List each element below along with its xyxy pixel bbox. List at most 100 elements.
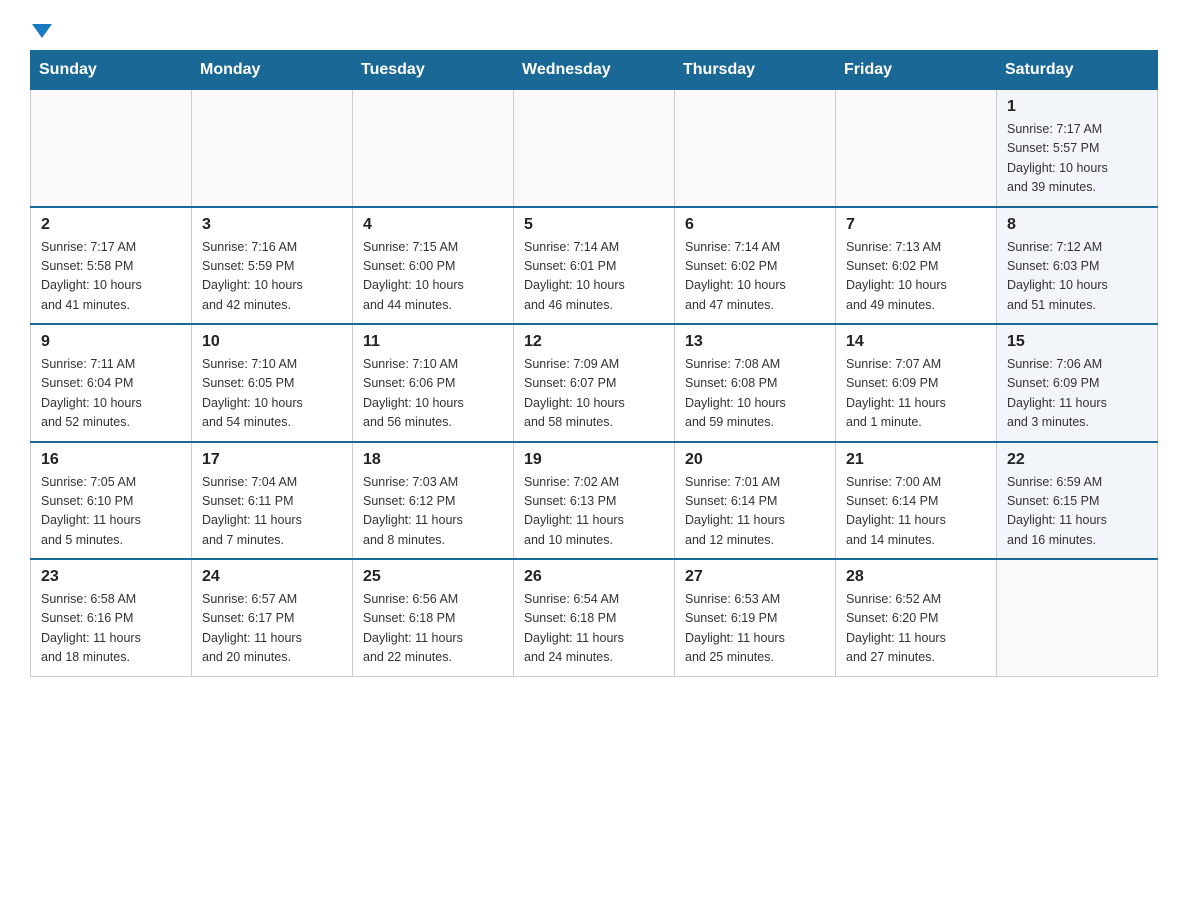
calendar-cell: [514, 90, 675, 207]
day-info: Sunrise: 6:52 AM Sunset: 6:20 PM Dayligh…: [846, 590, 986, 668]
calendar-cell: [675, 90, 836, 207]
day-number: 28: [846, 568, 986, 586]
logo: [30, 20, 52, 38]
calendar-week-2: 2 Sunrise: 7:17 AM Sunset: 5:58 PM Daylig…: [31, 207, 1158, 325]
day-number: 27: [685, 568, 825, 586]
calendar-cell: 4 Sunrise: 7:15 AM Sunset: 6:00 PM Daylig…: [353, 207, 514, 325]
calendar-cell: 9Sunrise: 7:11 AM Sunset: 6:04 PM Daylig…: [31, 324, 192, 442]
header: [30, 20, 1158, 38]
calendar-cell: 18 Sunrise: 7:03 AM Sunset: 6:12 PM Dayli…: [353, 442, 514, 560]
day-info: Sunrise: 7:15 AM Sunset: 6:00 PM Dayligh…: [363, 238, 503, 316]
calendar-cell: [997, 559, 1158, 676]
day-info: Sunrise: 7:17 AM Sunset: 5:58 PM Dayligh…: [41, 238, 181, 316]
day-info: Sunrise: 7:08 AM Sunset: 6:08 PM Dayligh…: [685, 355, 825, 433]
calendar-cell: [31, 90, 192, 207]
day-info: Sunrise: 7:10 AM Sunset: 6:05 PM Dayligh…: [202, 355, 342, 433]
calendar-cell: 1 Sunrise: 7:17 AM Sunset: 5:57 PM Daylig…: [997, 90, 1158, 207]
day-info: Sunrise: 7:16 AM Sunset: 5:59 PM Dayligh…: [202, 238, 342, 316]
day-number: 23: [41, 568, 181, 586]
day-info: Sunrise: 6:56 AM Sunset: 6:18 PM Dayligh…: [363, 590, 503, 668]
day-number: 26: [524, 568, 664, 586]
calendar-cell: 26 Sunrise: 6:54 AM Sunset: 6:18 PM Dayli…: [514, 559, 675, 676]
day-info: Sunrise: 6:53 AM Sunset: 6:19 PM Dayligh…: [685, 590, 825, 668]
day-info: Sunrise: 7:09 AM Sunset: 6:07 PM Dayligh…: [524, 355, 664, 433]
calendar-cell: 17Sunrise: 7:04 AM Sunset: 6:11 PM Dayli…: [192, 442, 353, 560]
weekday-header-monday: Monday: [192, 51, 353, 90]
calendar-cell: [192, 90, 353, 207]
day-info: Sunrise: 6:58 AM Sunset: 6:16 PM Dayligh…: [41, 590, 181, 668]
weekday-header-saturday: Saturday: [997, 51, 1158, 90]
day-info: Sunrise: 7:06 AM Sunset: 6:09 PM Dayligh…: [1007, 355, 1147, 433]
calendar-cell: 21 Sunrise: 7:00 AM Sunset: 6:14 PM Dayli…: [836, 442, 997, 560]
calendar-cell: 27 Sunrise: 6:53 AM Sunset: 6:19 PM Dayli…: [675, 559, 836, 676]
calendar-cell: 5 Sunrise: 7:14 AM Sunset: 6:01 PM Daylig…: [514, 207, 675, 325]
day-info: Sunrise: 7:01 AM Sunset: 6:14 PM Dayligh…: [685, 473, 825, 551]
weekday-header-thursday: Thursday: [675, 51, 836, 90]
calendar-cell: 25 Sunrise: 6:56 AM Sunset: 6:18 PM Dayli…: [353, 559, 514, 676]
calendar-cell: 6 Sunrise: 7:14 AM Sunset: 6:02 PM Daylig…: [675, 207, 836, 325]
day-number: 1: [1007, 98, 1147, 116]
day-number: 22: [1007, 451, 1147, 469]
calendar-cell: 19 Sunrise: 7:02 AM Sunset: 6:13 PM Dayli…: [514, 442, 675, 560]
day-number: 14: [846, 333, 986, 351]
calendar-cell: 8 Sunrise: 7:12 AM Sunset: 6:03 PM Daylig…: [997, 207, 1158, 325]
calendar-week-1: 1 Sunrise: 7:17 AM Sunset: 5:57 PM Daylig…: [31, 90, 1158, 207]
calendar-cell: 3 Sunrise: 7:16 AM Sunset: 5:59 PM Daylig…: [192, 207, 353, 325]
calendar-cell: 20Sunrise: 7:01 AM Sunset: 6:14 PM Dayli…: [675, 442, 836, 560]
day-number: 13: [685, 333, 825, 351]
day-number: 4: [363, 216, 503, 234]
weekday-header-wednesday: Wednesday: [514, 51, 675, 90]
calendar-cell: 16 Sunrise: 7:05 AM Sunset: 6:10 PM Dayli…: [31, 442, 192, 560]
day-number: 3: [202, 216, 342, 234]
day-number: 5: [524, 216, 664, 234]
day-info: Sunrise: 7:14 AM Sunset: 6:01 PM Dayligh…: [524, 238, 664, 316]
day-info: Sunrise: 7:02 AM Sunset: 6:13 PM Dayligh…: [524, 473, 664, 551]
calendar-cell: 11 Sunrise: 7:10 AM Sunset: 6:06 PM Dayli…: [353, 324, 514, 442]
day-info: Sunrise: 7:00 AM Sunset: 6:14 PM Dayligh…: [846, 473, 986, 551]
calendar-cell: 2 Sunrise: 7:17 AM Sunset: 5:58 PM Daylig…: [31, 207, 192, 325]
day-number: 25: [363, 568, 503, 586]
calendar-cell: [836, 90, 997, 207]
day-info: Sunrise: 7:05 AM Sunset: 6:10 PM Dayligh…: [41, 473, 181, 551]
calendar-cell: 10 Sunrise: 7:10 AM Sunset: 6:05 PM Dayli…: [192, 324, 353, 442]
day-info: Sunrise: 7:03 AM Sunset: 6:12 PM Dayligh…: [363, 473, 503, 551]
calendar-cell: 12 Sunrise: 7:09 AM Sunset: 6:07 PM Dayli…: [514, 324, 675, 442]
calendar-cell: 28 Sunrise: 6:52 AM Sunset: 6:20 PM Dayli…: [836, 559, 997, 676]
calendar-week-3: 9Sunrise: 7:11 AM Sunset: 6:04 PM Daylig…: [31, 324, 1158, 442]
day-number: 2: [41, 216, 181, 234]
day-info: Sunrise: 7:14 AM Sunset: 6:02 PM Dayligh…: [685, 238, 825, 316]
weekday-header-tuesday: Tuesday: [353, 51, 514, 90]
day-number: 11: [363, 333, 503, 351]
calendar-cell: 22 Sunrise: 6:59 AM Sunset: 6:15 PM Dayli…: [997, 442, 1158, 560]
calendar-cell: 14Sunrise: 7:07 AM Sunset: 6:09 PM Dayli…: [836, 324, 997, 442]
day-number: 24: [202, 568, 342, 586]
day-number: 16: [41, 451, 181, 469]
weekday-header-sunday: Sunday: [31, 51, 192, 90]
day-number: 21: [846, 451, 986, 469]
weekday-header-friday: Friday: [836, 51, 997, 90]
calendar-table: SundayMondayTuesdayWednesdayThursdayFrid…: [30, 50, 1158, 677]
calendar-header-row: SundayMondayTuesdayWednesdayThursdayFrid…: [31, 51, 1158, 90]
day-info: Sunrise: 6:57 AM Sunset: 6:17 PM Dayligh…: [202, 590, 342, 668]
logo-triangle-icon: [32, 24, 52, 38]
day-info: Sunrise: 7:12 AM Sunset: 6:03 PM Dayligh…: [1007, 238, 1147, 316]
calendar-cell: 15Sunrise: 7:06 AM Sunset: 6:09 PM Dayli…: [997, 324, 1158, 442]
day-number: 7: [846, 216, 986, 234]
calendar-cell: 24 Sunrise: 6:57 AM Sunset: 6:17 PM Dayli…: [192, 559, 353, 676]
day-number: 10: [202, 333, 342, 351]
day-number: 8: [1007, 216, 1147, 234]
day-info: Sunrise: 6:59 AM Sunset: 6:15 PM Dayligh…: [1007, 473, 1147, 551]
calendar-cell: 7 Sunrise: 7:13 AM Sunset: 6:02 PM Daylig…: [836, 207, 997, 325]
day-info: Sunrise: 7:17 AM Sunset: 5:57 PM Dayligh…: [1007, 120, 1147, 198]
day-number: 6: [685, 216, 825, 234]
day-info: Sunrise: 7:11 AM Sunset: 6:04 PM Dayligh…: [41, 355, 181, 433]
day-number: 19: [524, 451, 664, 469]
day-number: 18: [363, 451, 503, 469]
day-number: 17: [202, 451, 342, 469]
calendar-week-4: 16 Sunrise: 7:05 AM Sunset: 6:10 PM Dayli…: [31, 442, 1158, 560]
day-number: 12: [524, 333, 664, 351]
day-info: Sunrise: 6:54 AM Sunset: 6:18 PM Dayligh…: [524, 590, 664, 668]
day-info: Sunrise: 7:10 AM Sunset: 6:06 PM Dayligh…: [363, 355, 503, 433]
calendar-cell: 13 Sunrise: 7:08 AM Sunset: 6:08 PM Dayli…: [675, 324, 836, 442]
day-info: Sunrise: 7:13 AM Sunset: 6:02 PM Dayligh…: [846, 238, 986, 316]
